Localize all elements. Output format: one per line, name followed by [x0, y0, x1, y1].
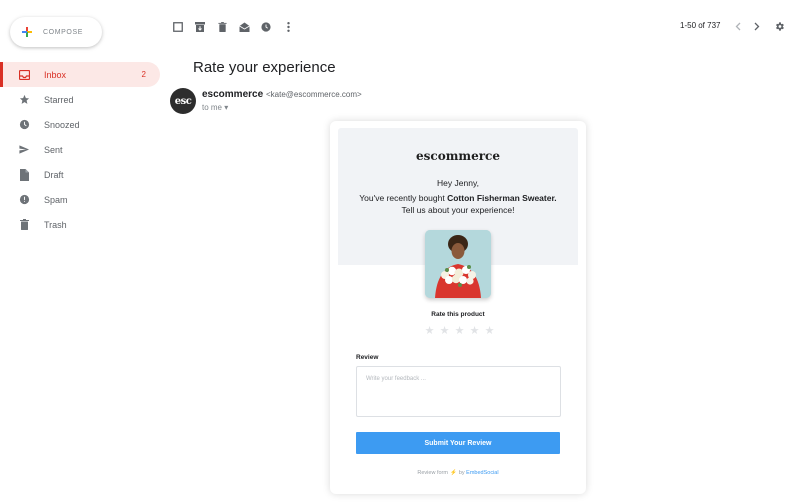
- archive-icon[interactable]: [192, 19, 208, 35]
- lightning-icon: ⚡: [449, 470, 457, 476]
- compose-plus-icon: [22, 27, 32, 37]
- recipient-details-toggle[interactable]: to me ▾: [202, 103, 228, 112]
- rate-product-label: Rate this product: [431, 311, 485, 318]
- sidebar-item-label: Trash: [44, 219, 67, 230]
- review-textarea[interactable]: [356, 366, 561, 417]
- gear-icon[interactable]: [772, 19, 786, 33]
- sidebar-item-label: Draft: [44, 169, 64, 180]
- review-label: Review: [356, 354, 379, 361]
- snooze-icon[interactable]: [258, 19, 274, 35]
- trash-icon: [18, 219, 30, 231]
- sidebar-item-label: Spam: [44, 194, 68, 205]
- sidebar: Inbox 2 Starred Snoozed Sent Draft Spam: [0, 62, 160, 237]
- sidebar-item-label: Snoozed: [44, 119, 80, 130]
- sidebar-item-starred[interactable]: Starred: [0, 87, 160, 112]
- compose-button[interactable]: COMPOSE: [10, 17, 102, 47]
- checkbox-icon[interactable]: [170, 19, 186, 35]
- submit-review-button[interactable]: Submit Your Review: [356, 432, 560, 454]
- rating-star-5[interactable]: ★: [482, 324, 497, 337]
- toolbar: [170, 19, 302, 35]
- rating-star-4[interactable]: ★: [467, 324, 482, 337]
- send-icon: [18, 144, 30, 156]
- sidebar-item-inbox[interactable]: Inbox 2: [0, 62, 160, 87]
- alert-icon: [18, 194, 30, 206]
- sidebar-item-label: Starred: [44, 94, 74, 105]
- footer-by: by: [458, 470, 465, 476]
- sidebar-item-trash[interactable]: Trash: [0, 212, 160, 237]
- form-footer: Review form ⚡ by EmbedSocial: [330, 470, 586, 476]
- email-body-card: escommerce Hey Jenny, You've recently bo…: [330, 121, 586, 494]
- more-icon[interactable]: [280, 19, 296, 35]
- footer-text: Review form: [417, 470, 448, 476]
- embedsocial-link[interactable]: EmbedSocial: [466, 470, 498, 476]
- email-subject: Rate your experience: [193, 59, 336, 76]
- product-image: [425, 230, 491, 298]
- recipient-label: to me: [202, 103, 223, 112]
- product-name: Cotton Fisherman Sweater.: [447, 193, 557, 203]
- clock-icon: [18, 119, 30, 131]
- greeting: Hey Jenny,: [437, 178, 479, 188]
- star-rating: ★ ★ ★ ★ ★: [422, 324, 497, 337]
- request-line: Tell us about your experience!: [401, 205, 515, 215]
- file-icon: [18, 168, 30, 181]
- sidebar-item-spam[interactable]: Spam: [0, 187, 160, 212]
- caret-down-icon: ▾: [224, 103, 229, 112]
- mark-read-icon[interactable]: [236, 19, 252, 35]
- sidebar-item-label: Sent: [44, 144, 63, 155]
- brand-logo: escommerce: [416, 149, 500, 163]
- star-icon: [18, 94, 30, 106]
- inbox-icon: [18, 69, 30, 81]
- compose-label: COMPOSE: [43, 28, 83, 36]
- delete-icon[interactable]: [214, 19, 230, 35]
- avatar: esc: [170, 88, 196, 114]
- rating-star-3[interactable]: ★: [452, 324, 467, 337]
- unread-count: 2: [141, 70, 146, 79]
- purchase-line-prefix: You've recently bought: [359, 193, 448, 203]
- sender-name: escommerce: [202, 89, 264, 100]
- pagination-range: 1-50 of 737: [680, 21, 721, 30]
- sidebar-item-sent[interactable]: Sent: [0, 137, 160, 162]
- sidebar-item-draft[interactable]: Draft: [0, 162, 160, 187]
- purchase-line: You've recently bought Cotton Fisherman …: [330, 193, 586, 203]
- sidebar-item-label: Inbox: [44, 69, 67, 80]
- chevron-left-icon[interactable]: [731, 19, 745, 33]
- chevron-right-icon[interactable]: [750, 19, 764, 33]
- sidebar-item-snoozed[interactable]: Snoozed: [0, 112, 160, 137]
- sender-email: <kate@escommerce.com>: [266, 90, 362, 99]
- rating-star-1[interactable]: ★: [422, 324, 437, 337]
- rating-star-2[interactable]: ★: [437, 324, 452, 337]
